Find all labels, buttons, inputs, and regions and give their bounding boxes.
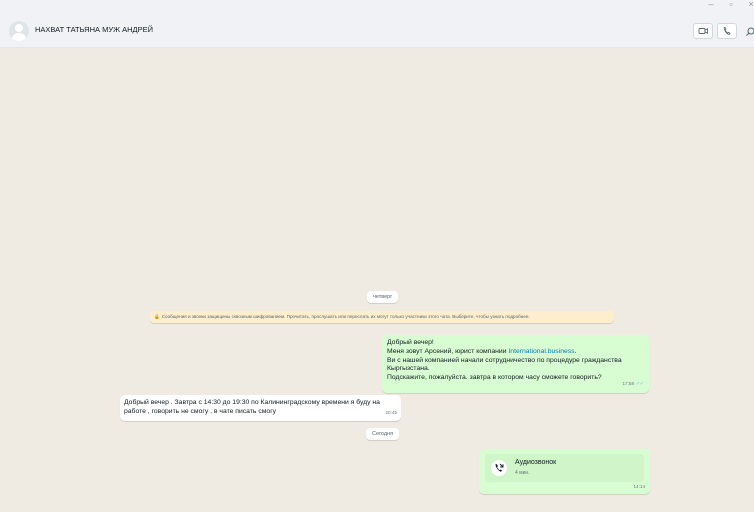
- maximize-icon[interactable]: ▫: [724, 0, 738, 10]
- message-line: Меня зовут Арсений, юрист компании Inter…: [387, 347, 577, 355]
- message-line: Добрый вечер . Завтра с 14:30 до 19:30 п…: [124, 399, 380, 406]
- window-titlebar: – ▫ ×: [0, 0, 754, 14]
- close-icon[interactable]: ×: [744, 0, 754, 10]
- message-line: работе , говорить не смогу , в чате писа…: [124, 407, 277, 415]
- message-link[interactable]: International.business: [508, 348, 574, 355]
- call-duration: 4 мин.: [515, 470, 530, 476]
- video-camera-icon: [698, 28, 708, 34]
- call-title: Аудиозвонок: [515, 459, 557, 466]
- call-icon-circle: [491, 460, 507, 476]
- search-icon[interactable]: [745, 26, 754, 38]
- contact-name[interactable]: НАХВАТ ТАТЬЯНА МУЖ АНДРЕЙ: [35, 25, 153, 34]
- minimize-icon[interactable]: –: [704, 0, 718, 10]
- message-time: 17:58: [622, 381, 635, 387]
- message-time: 20:45: [385, 410, 398, 416]
- phone-icon: [723, 27, 731, 35]
- incoming-call-icon: [495, 463, 504, 472]
- incoming-message[interactable]: Добрый вечер . Завтра с 14:30 до 19:30 п…: [120, 395, 401, 421]
- encryption-notice-text: Сообщения и звонки защищены сквозным шиф…: [161, 314, 530, 319]
- outgoing-message[interactable]: Добрый вечер! Меня зовут Арсений, юрист …: [382, 335, 649, 393]
- date-separator: четверг: [367, 291, 399, 303]
- message-time: 14:14: [633, 484, 646, 490]
- call-card[interactable]: Аудиозвонок 4 мин.: [485, 454, 644, 482]
- chat-area[interactable]: четверг 🔒 Сообщения и звонки защищены скв…: [0, 48, 754, 512]
- avatar[interactable]: [9, 21, 29, 41]
- lock-icon: 🔒: [154, 314, 160, 319]
- message-line: Подскажите, пожалуйста. завтра в котором…: [387, 374, 602, 382]
- encryption-notice[interactable]: 🔒 Сообщения и звонки защищены сквозным ши…: [150, 311, 614, 323]
- message-line: Кыргызстана.: [387, 365, 430, 373]
- message-line: Ви с нашей компанией начали сотрудничест…: [387, 356, 622, 364]
- voice-call-button[interactable]: [717, 23, 737, 39]
- video-call-button[interactable]: [693, 23, 713, 39]
- message-line: Добрый вечер!: [387, 339, 434, 346]
- read-ticks-icon: ✓✓: [635, 381, 644, 388]
- chat-header: НАХВАТ ТАТЬЯНА МУЖ АНДРЕЙ: [0, 14, 754, 48]
- date-separator: Сегодня: [366, 428, 400, 440]
